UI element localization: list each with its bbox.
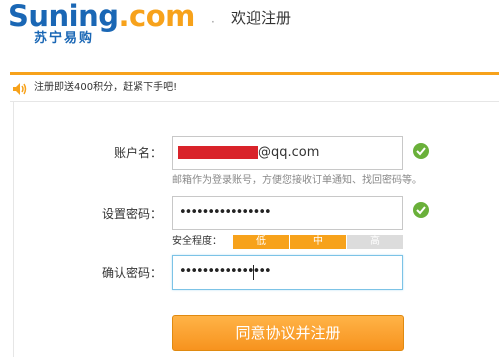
password-check-icon (413, 202, 429, 218)
confirm-password-label: 确认密码： (101, 266, 162, 280)
password-label: 设置密码： (101, 207, 162, 221)
strength-low: 低 (233, 235, 289, 249)
account-label: 账户名： (113, 146, 162, 160)
strength-label: 安全程度： (172, 236, 222, 247)
account-hint: 邮箱作为登录账号，方便您接收订单通知、找回密码等。 (172, 175, 422, 186)
account-check-icon (413, 143, 429, 159)
password-masked-value: •••••••••••••••• (179, 205, 272, 220)
register-button[interactable]: 同意协议并注册 (172, 315, 404, 351)
title-separator: · (211, 15, 215, 29)
confirm-password-input[interactable]: •••••••••••••••• (172, 255, 403, 290)
redacted-username (178, 146, 258, 159)
speaker-icon (12, 81, 28, 95)
text-caret (253, 265, 254, 280)
panel-border (13, 102, 14, 357)
notice-bar: 注册即送400积分，赶紧下手吧! (10, 75, 499, 102)
account-input[interactable]: @qq.com (172, 136, 403, 170)
email-domain-text: @qq.com (258, 145, 320, 160)
password-input[interactable]: •••••••••••••••• (172, 196, 403, 230)
logo-text-dotcom: .com (118, 0, 196, 33)
logo-chinese: 苏宁易购 (34, 31, 95, 46)
notice-text: 注册即送400积分，赶紧下手吧! (34, 82, 178, 93)
strength-medium: 中 (290, 235, 346, 249)
page-title: 欢迎注册 (231, 9, 292, 27)
logo-text-suning: Suning (8, 0, 119, 33)
confirm-password-masked-value: •••••••••••••••• (179, 264, 272, 279)
strength-high: 高 (347, 235, 403, 249)
